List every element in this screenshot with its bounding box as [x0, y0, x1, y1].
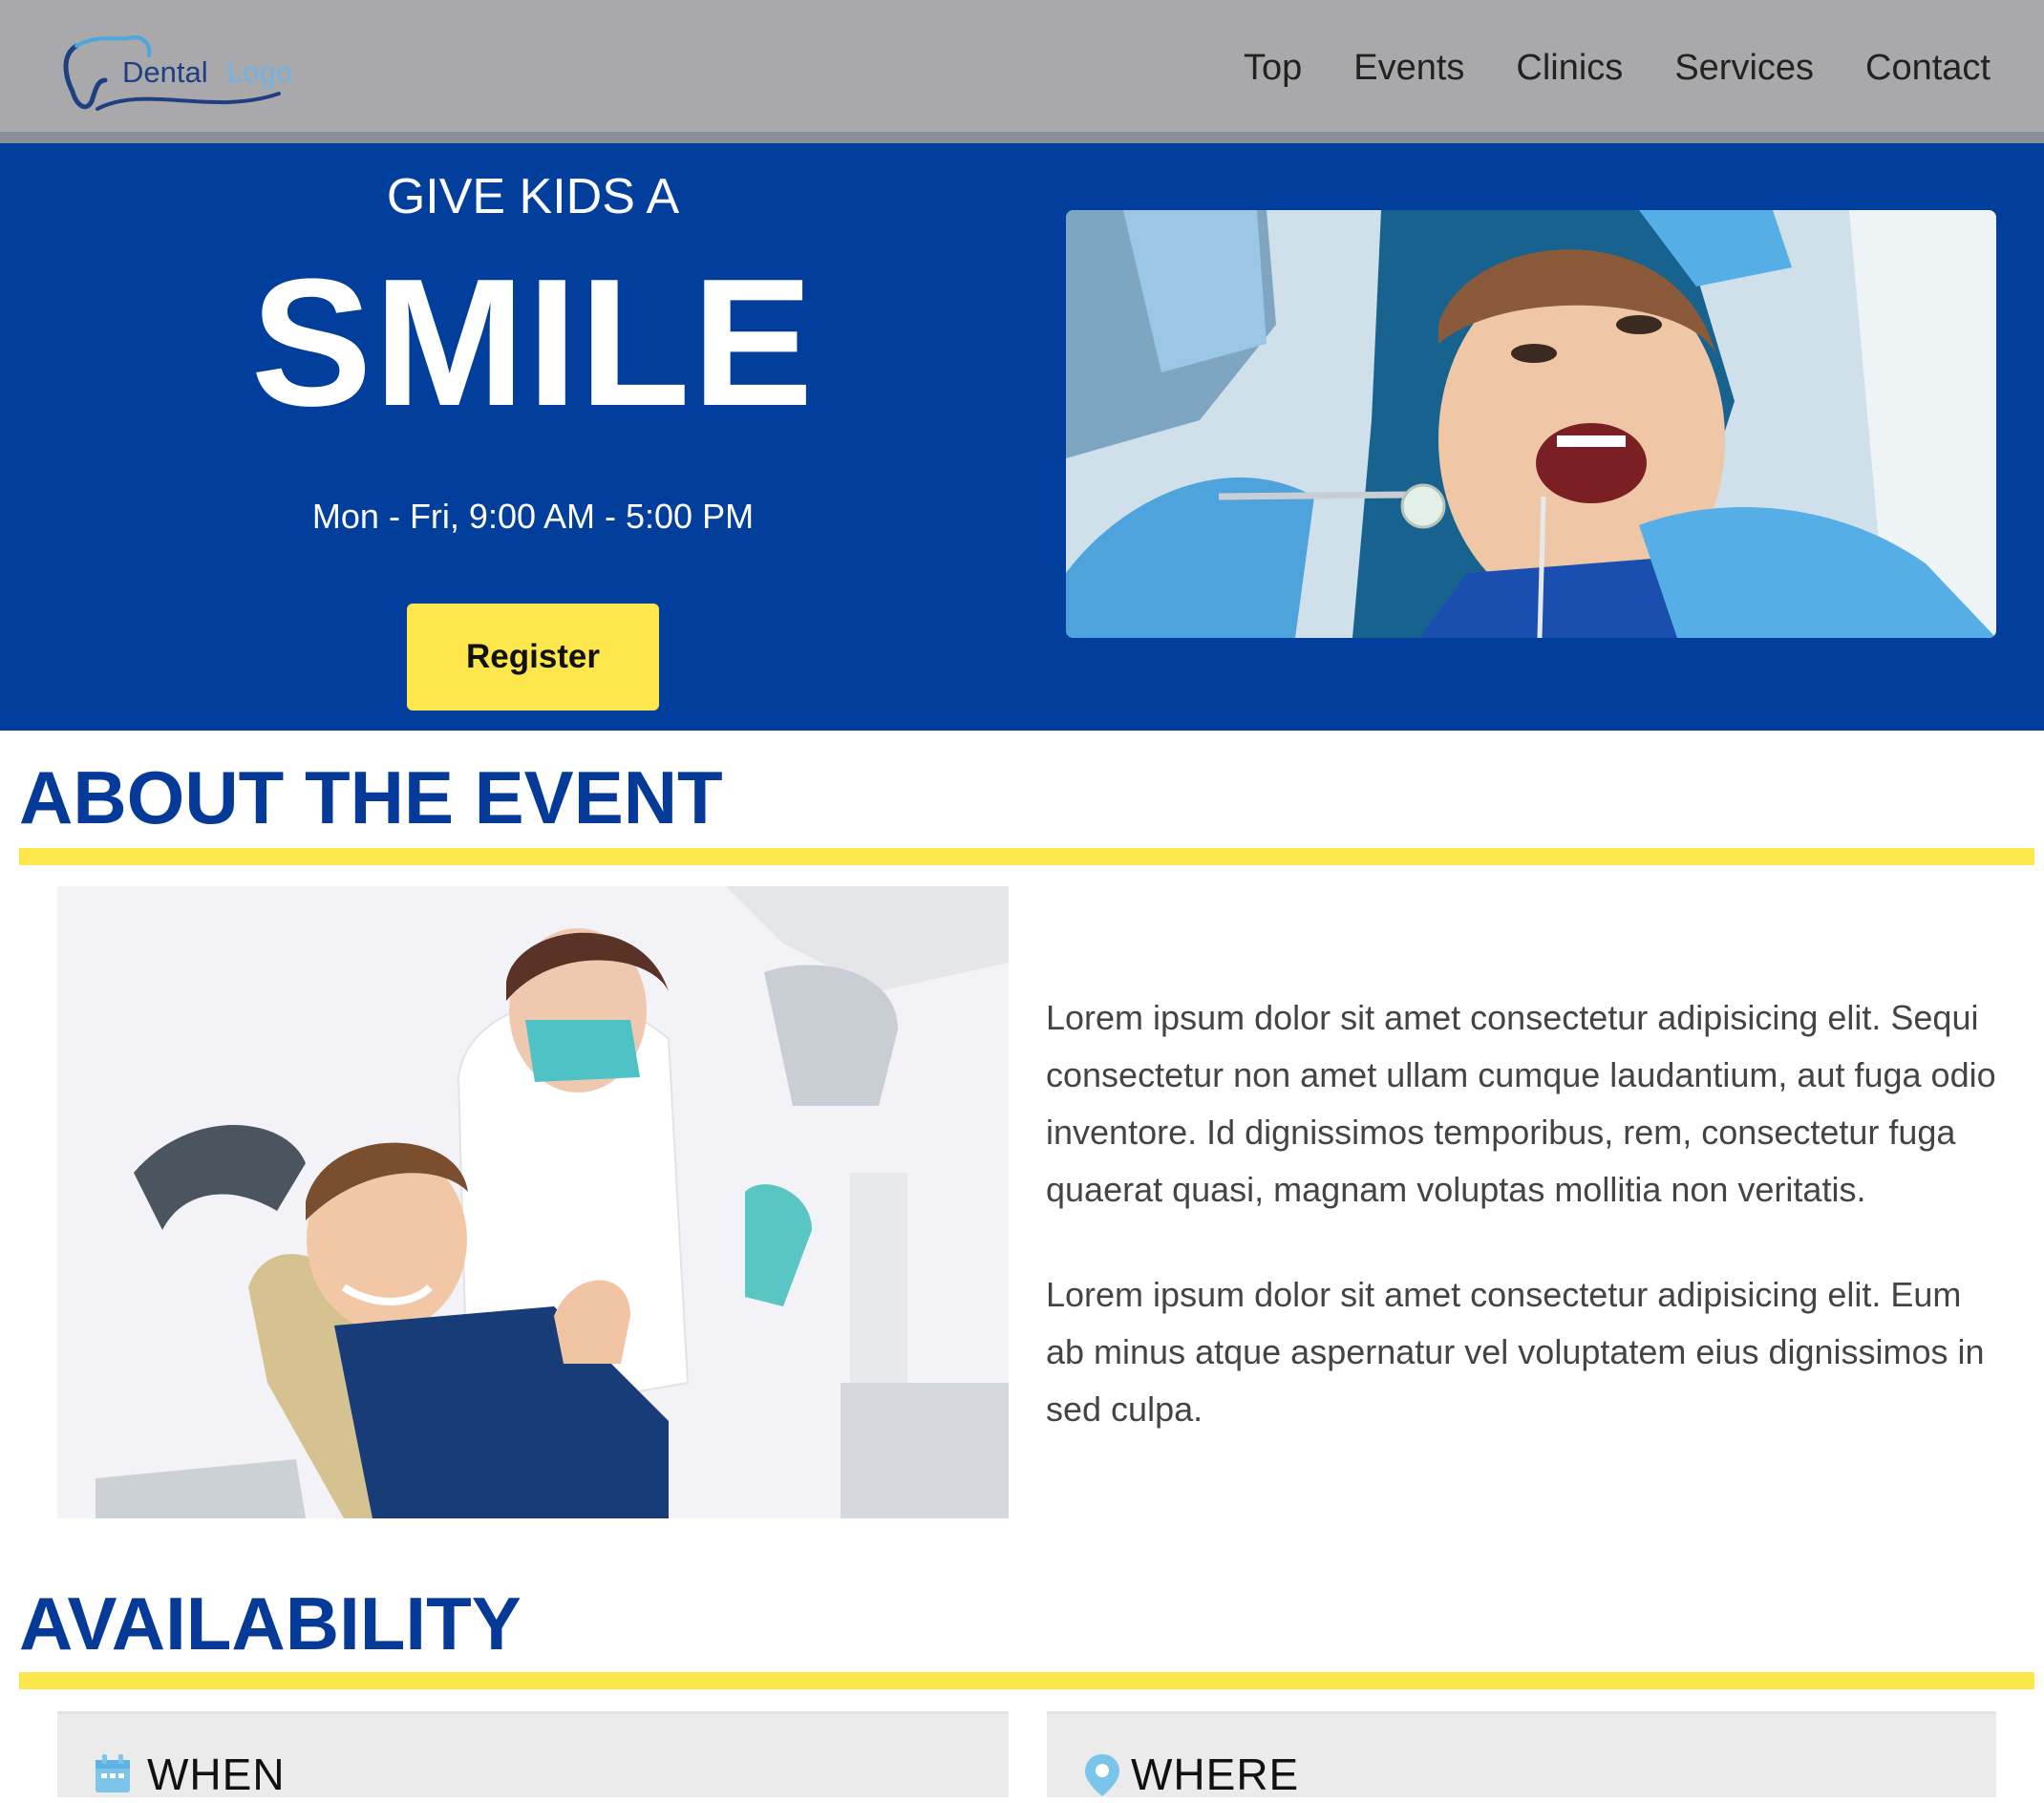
hero-hours: Mon - Fri, 9:00 AM - 5:00 PM [311, 497, 755, 536]
about-description: Lorem ipsum dolor sit amet consectetur a… [1046, 989, 2001, 1486]
nav-contact[interactable]: Contact [1865, 48, 1991, 89]
when-card-title: WHEN [147, 1750, 286, 1799]
nav-services[interactable]: Services [1674, 48, 1814, 89]
map-pin-icon [1083, 1752, 1121, 1803]
hero-banner: GIVE KIDS A SMILE Mon - Fri, 9:00 AM - 5… [0, 143, 2044, 731]
register-button[interactable]: Register [407, 604, 659, 711]
dental-logo[interactable]: Dental Logo [59, 17, 308, 122]
about-photo-dentist-with-child [57, 886, 1009, 1518]
about-section-title: ABOUT THE EVENT [19, 755, 723, 839]
hero-pre-title: GIVE KIDS A [386, 169, 680, 224]
where-card-title: WHERE [1131, 1750, 1300, 1799]
when-card: WHEN [57, 1711, 1009, 1799]
site-header: Dental Logo Top Events Clinics Services … [0, 0, 2044, 132]
hero-title: SMILE [250, 242, 816, 444]
nav-clinics[interactable]: Clinics [1516, 48, 1623, 89]
where-card: WHERE [1047, 1711, 1996, 1799]
about-paragraph-2: Lorem ipsum dolor sit amet consectetur a… [1046, 1275, 1985, 1429]
availability-section-title: AVAILABILITY [19, 1581, 522, 1665]
logo-word-dental: Dental [122, 55, 208, 89]
main-nav: Top Events Clinics Services Contact [1244, 48, 1991, 89]
header-divider [0, 132, 2044, 143]
availability-title-underline [19, 1672, 2034, 1689]
logo-word-logo: Logo [226, 55, 292, 89]
nav-top[interactable]: Top [1244, 48, 1302, 89]
hero-photo-child-dentist [1066, 210, 1996, 638]
nav-events[interactable]: Events [1353, 48, 1464, 89]
about-title-underline [19, 848, 2034, 865]
about-paragraph-1: Lorem ipsum dolor sit amet consectetur a… [1046, 998, 1996, 1209]
calendar-icon [94, 1752, 132, 1799]
